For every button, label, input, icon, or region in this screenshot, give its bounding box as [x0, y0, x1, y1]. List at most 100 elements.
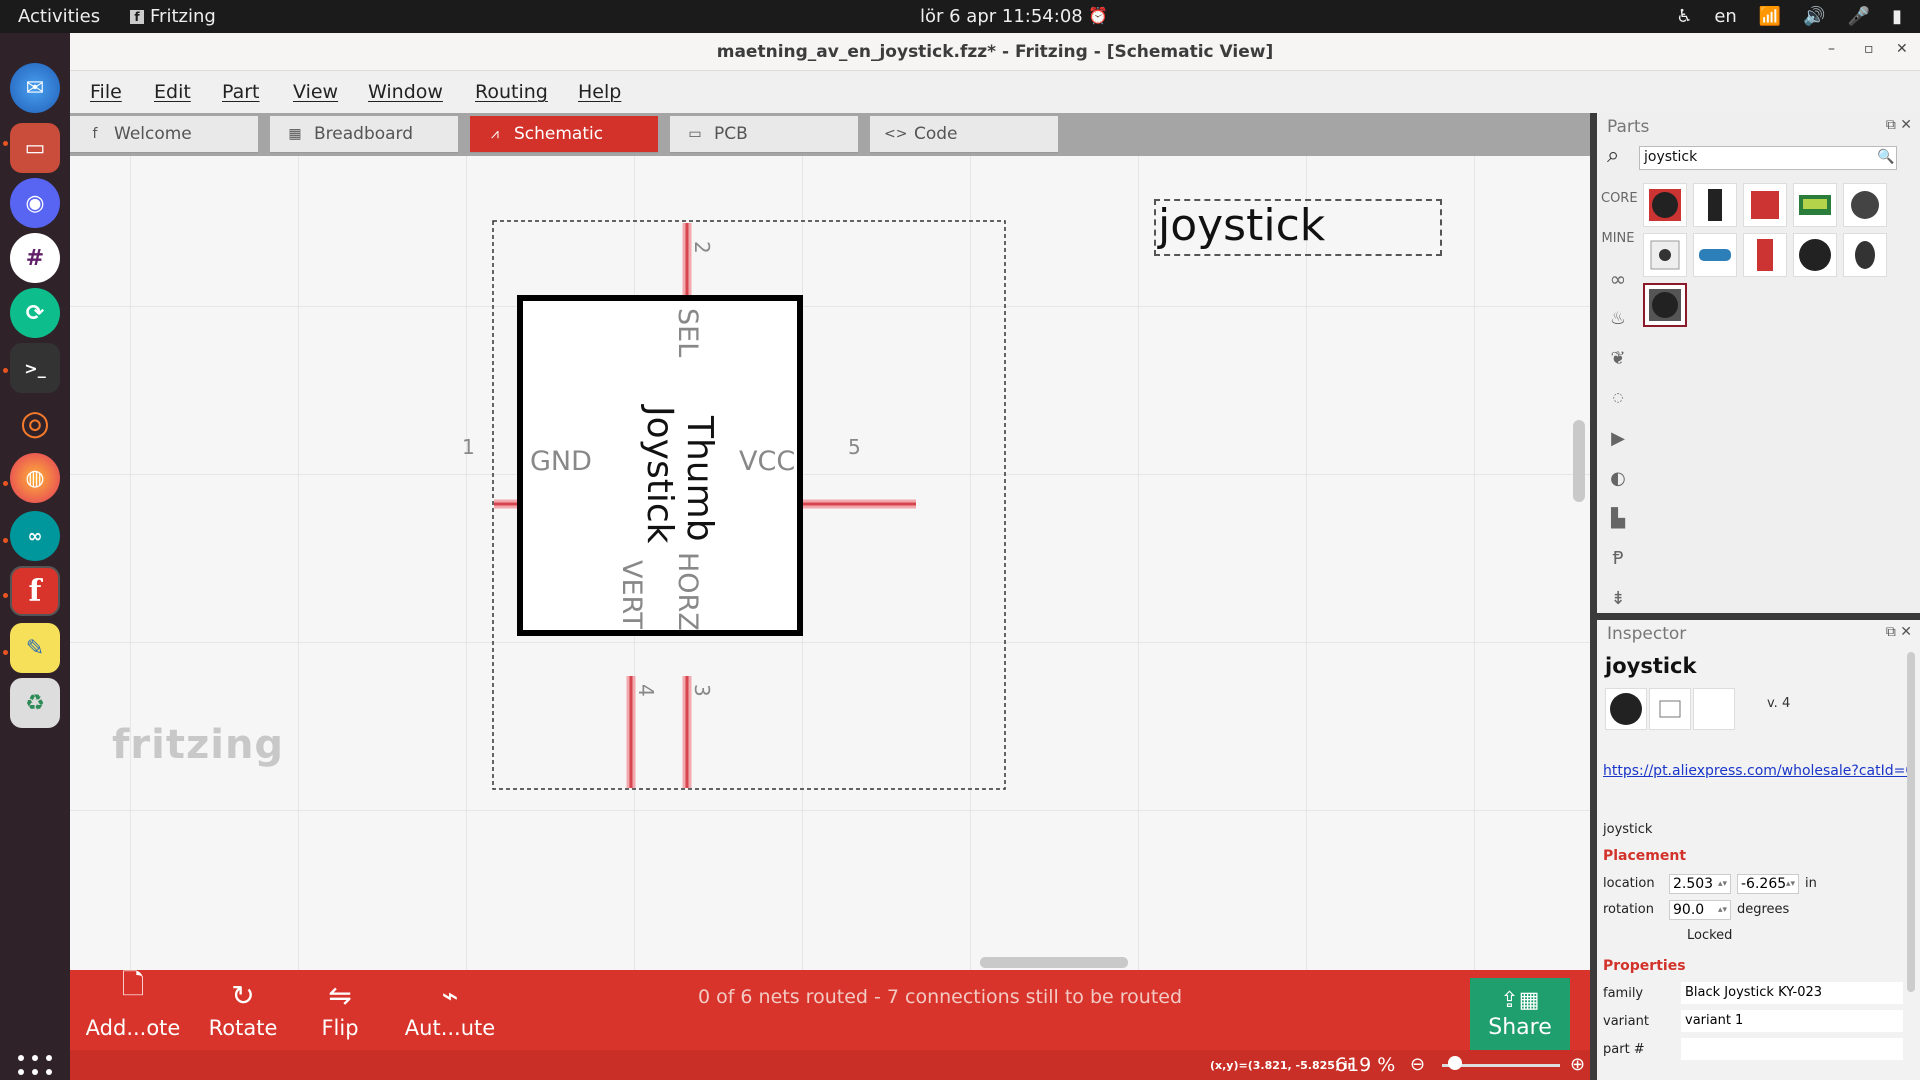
menu-help[interactable]: Help [578, 81, 621, 103]
partnum-input[interactable] [1681, 1038, 1903, 1060]
accessibility-icon[interactable]: ♿ [1676, 6, 1692, 27]
snootlab-bin-icon[interactable]: ▶ [1601, 423, 1635, 455]
activities-button[interactable]: Activities [18, 6, 100, 27]
thunderbird-icon[interactable]: ✉ [10, 63, 60, 113]
system-tray[interactable]: ♿ en 📶 🔊 🎤 ▮ [1676, 6, 1902, 27]
parts-search-input[interactable]: joystick [1639, 146, 1897, 170]
panel-controls-icon[interactable]: ⧉ ✕ [1886, 117, 1912, 133]
minimize-icon[interactable]: – [1828, 41, 1835, 57]
slack-icon[interactable]: # [10, 233, 60, 283]
part-result-round-black[interactable] [1793, 233, 1837, 277]
terminal-icon[interactable]: >_ [10, 343, 60, 393]
menu-routing[interactable]: Routing [475, 81, 548, 103]
part-result-shield[interactable] [1743, 183, 1787, 227]
fritzing-dock-icon[interactable]: f [10, 566, 60, 616]
part-label[interactable]: joystick [1154, 199, 1442, 256]
blender-icon[interactable]: ◎ [10, 398, 60, 448]
app-menu[interactable]: f Fritzing [130, 6, 216, 27]
spinner-arrows-icon[interactable]: ▴▾ [1718, 875, 1727, 893]
lilypad-bin-icon[interactable]: ◐ [1601, 463, 1635, 495]
tools-bin-icon[interactable]: ▙ [1601, 503, 1635, 535]
wifi-icon[interactable]: 📶 [1759, 6, 1781, 27]
microphone-icon[interactable]: 🎤 [1848, 6, 1870, 27]
battery-icon[interactable]: ▮ [1892, 6, 1902, 27]
vertical-scrollbar[interactable] [1573, 420, 1585, 502]
variant-label: variant [1603, 1014, 1649, 1029]
fritzing-watermark: fritzing [112, 722, 285, 768]
horizontal-scrollbar[interactable] [980, 957, 1128, 968]
zoom-in-icon[interactable]: ⊕ [1570, 1054, 1585, 1075]
part-result-joystick-red[interactable] [1643, 183, 1687, 227]
part-result-red-module[interactable] [1743, 233, 1787, 277]
close-icon[interactable]: ✕ [1896, 41, 1908, 57]
menu-edit[interactable]: Edit [154, 81, 191, 103]
volume-icon[interactable]: 🔊 [1803, 6, 1825, 27]
autoroute-button[interactable]: ⌁ Aut...ute [400, 970, 500, 1050]
location-y-input[interactable]: -6.265 ▴▾ [1737, 874, 1799, 894]
clock[interactable]: lör 6 apr 11:54:08 [920, 6, 1083, 27]
sparkfun-bin-icon[interactable]: ♨ [1601, 303, 1635, 335]
panel-controls-icon[interactable]: ⧉ ✕ [1886, 624, 1912, 640]
bin-core[interactable]: CORE [1601, 183, 1638, 215]
inspector-scrollbar[interactable] [1907, 652, 1915, 992]
language-indicator[interactable]: en [1714, 6, 1736, 27]
element-icon[interactable]: ⟳ [10, 288, 60, 338]
part-result-mouse[interactable] [1843, 233, 1887, 277]
spinner-arrows-icon[interactable]: ▴▾ [1718, 901, 1727, 919]
routing-status[interactable]: 0 of 6 nets routed - 7 connections still… [600, 986, 1280, 1008]
flip-button[interactable]: ⇋ Flip [300, 970, 380, 1050]
add-note-button[interactable]: 🗋 Add...ote [78, 968, 188, 1050]
location-unit[interactable]: in [1805, 876, 1817, 891]
zoom-out-icon[interactable]: ⊖ [1410, 1054, 1425, 1075]
tab-pcb[interactable]: ▭ PCB [670, 116, 858, 153]
part-result-joystick-selected[interactable] [1643, 283, 1687, 327]
intel-bin-icon[interactable]: ◌ [1601, 381, 1635, 413]
locked-checkbox[interactable]: Locked [1687, 928, 1732, 943]
part-result-blue-board[interactable] [1693, 233, 1737, 277]
discord-icon[interactable]: ◉ [10, 178, 60, 228]
zoom-level[interactable]: 619 % [1335, 1054, 1395, 1076]
location-x-input[interactable]: 2.503 ▴▾ [1669, 874, 1731, 894]
pin-label-horz: HORZ [672, 552, 703, 631]
part-url-link[interactable]: https://pt.aliexpress.com/wholesale?catI… [1603, 763, 1915, 779]
part-result-stick[interactable] [1843, 183, 1887, 227]
arduino-bin-icon[interactable]: ∞ [1601, 263, 1635, 295]
menu-window[interactable]: Window [368, 81, 443, 103]
rotation-input[interactable]: 90.0 ▴▾ [1669, 900, 1731, 920]
part-result-module[interactable] [1693, 183, 1737, 227]
locked-label: Locked [1687, 928, 1733, 943]
breadboard-icon: ▦ [288, 126, 302, 142]
menu-file[interactable]: File [90, 81, 122, 103]
zoom-slider-handle[interactable] [1448, 1056, 1462, 1070]
bin-mine[interactable]: MINE [1601, 223, 1635, 255]
tab-code[interactable]: <> Code [870, 116, 1058, 153]
text-editor-icon[interactable]: ✎ [10, 623, 60, 673]
show-apps-icon[interactable] [18, 1055, 52, 1080]
search-icon[interactable]: ⌕ [1607, 143, 1619, 168]
family-value[interactable]: Black Joystick KY-023 [1681, 982, 1903, 1004]
fritzing-app-icon: f [130, 9, 144, 24]
partnum-label: part # [1603, 1042, 1645, 1057]
part-result-board-white[interactable] [1643, 233, 1687, 277]
menu-part[interactable]: Part [222, 81, 260, 103]
part-title-field[interactable]: joystick [1603, 822, 1652, 837]
part-result-lcd[interactable] [1793, 183, 1837, 227]
menu-view[interactable]: View [293, 81, 338, 103]
arduino-icon[interactable]: ∞ [10, 511, 60, 561]
firefox-icon[interactable]: ◍ [10, 453, 60, 503]
rotate-button[interactable]: ↻ Rotate [198, 970, 288, 1050]
trash-icon[interactable]: ♻ [10, 678, 60, 728]
share-button[interactable]: ⇪▦ Share [1470, 978, 1570, 1050]
variant-select[interactable]: variant 1 [1681, 1010, 1903, 1032]
maximize-icon[interactable]: ▫ [1864, 41, 1874, 57]
tab-welcome[interactable]: f Welcome [70, 116, 258, 153]
schematic-canvas[interactable]: 1 5 2 4 3 GND VCC SEL VERT HORZ Thumb Jo… [70, 156, 1590, 970]
files-icon[interactable]: ▭ [10, 123, 60, 173]
scroll-bins-icon[interactable]: ⇟ [1601, 583, 1635, 615]
tab-schematic[interactable]: ⩘ Schematic [470, 116, 658, 153]
spinner-arrows-icon[interactable]: ▴▾ [1786, 875, 1795, 893]
pa-bin-icon[interactable]: Ᵽ [1601, 543, 1635, 575]
search-go-icon[interactable]: 🔍 [1877, 149, 1894, 165]
tab-breadboard[interactable]: ▦ Breadboard [270, 116, 458, 153]
seeed-bin-icon[interactable]: ❦ [1601, 343, 1635, 375]
